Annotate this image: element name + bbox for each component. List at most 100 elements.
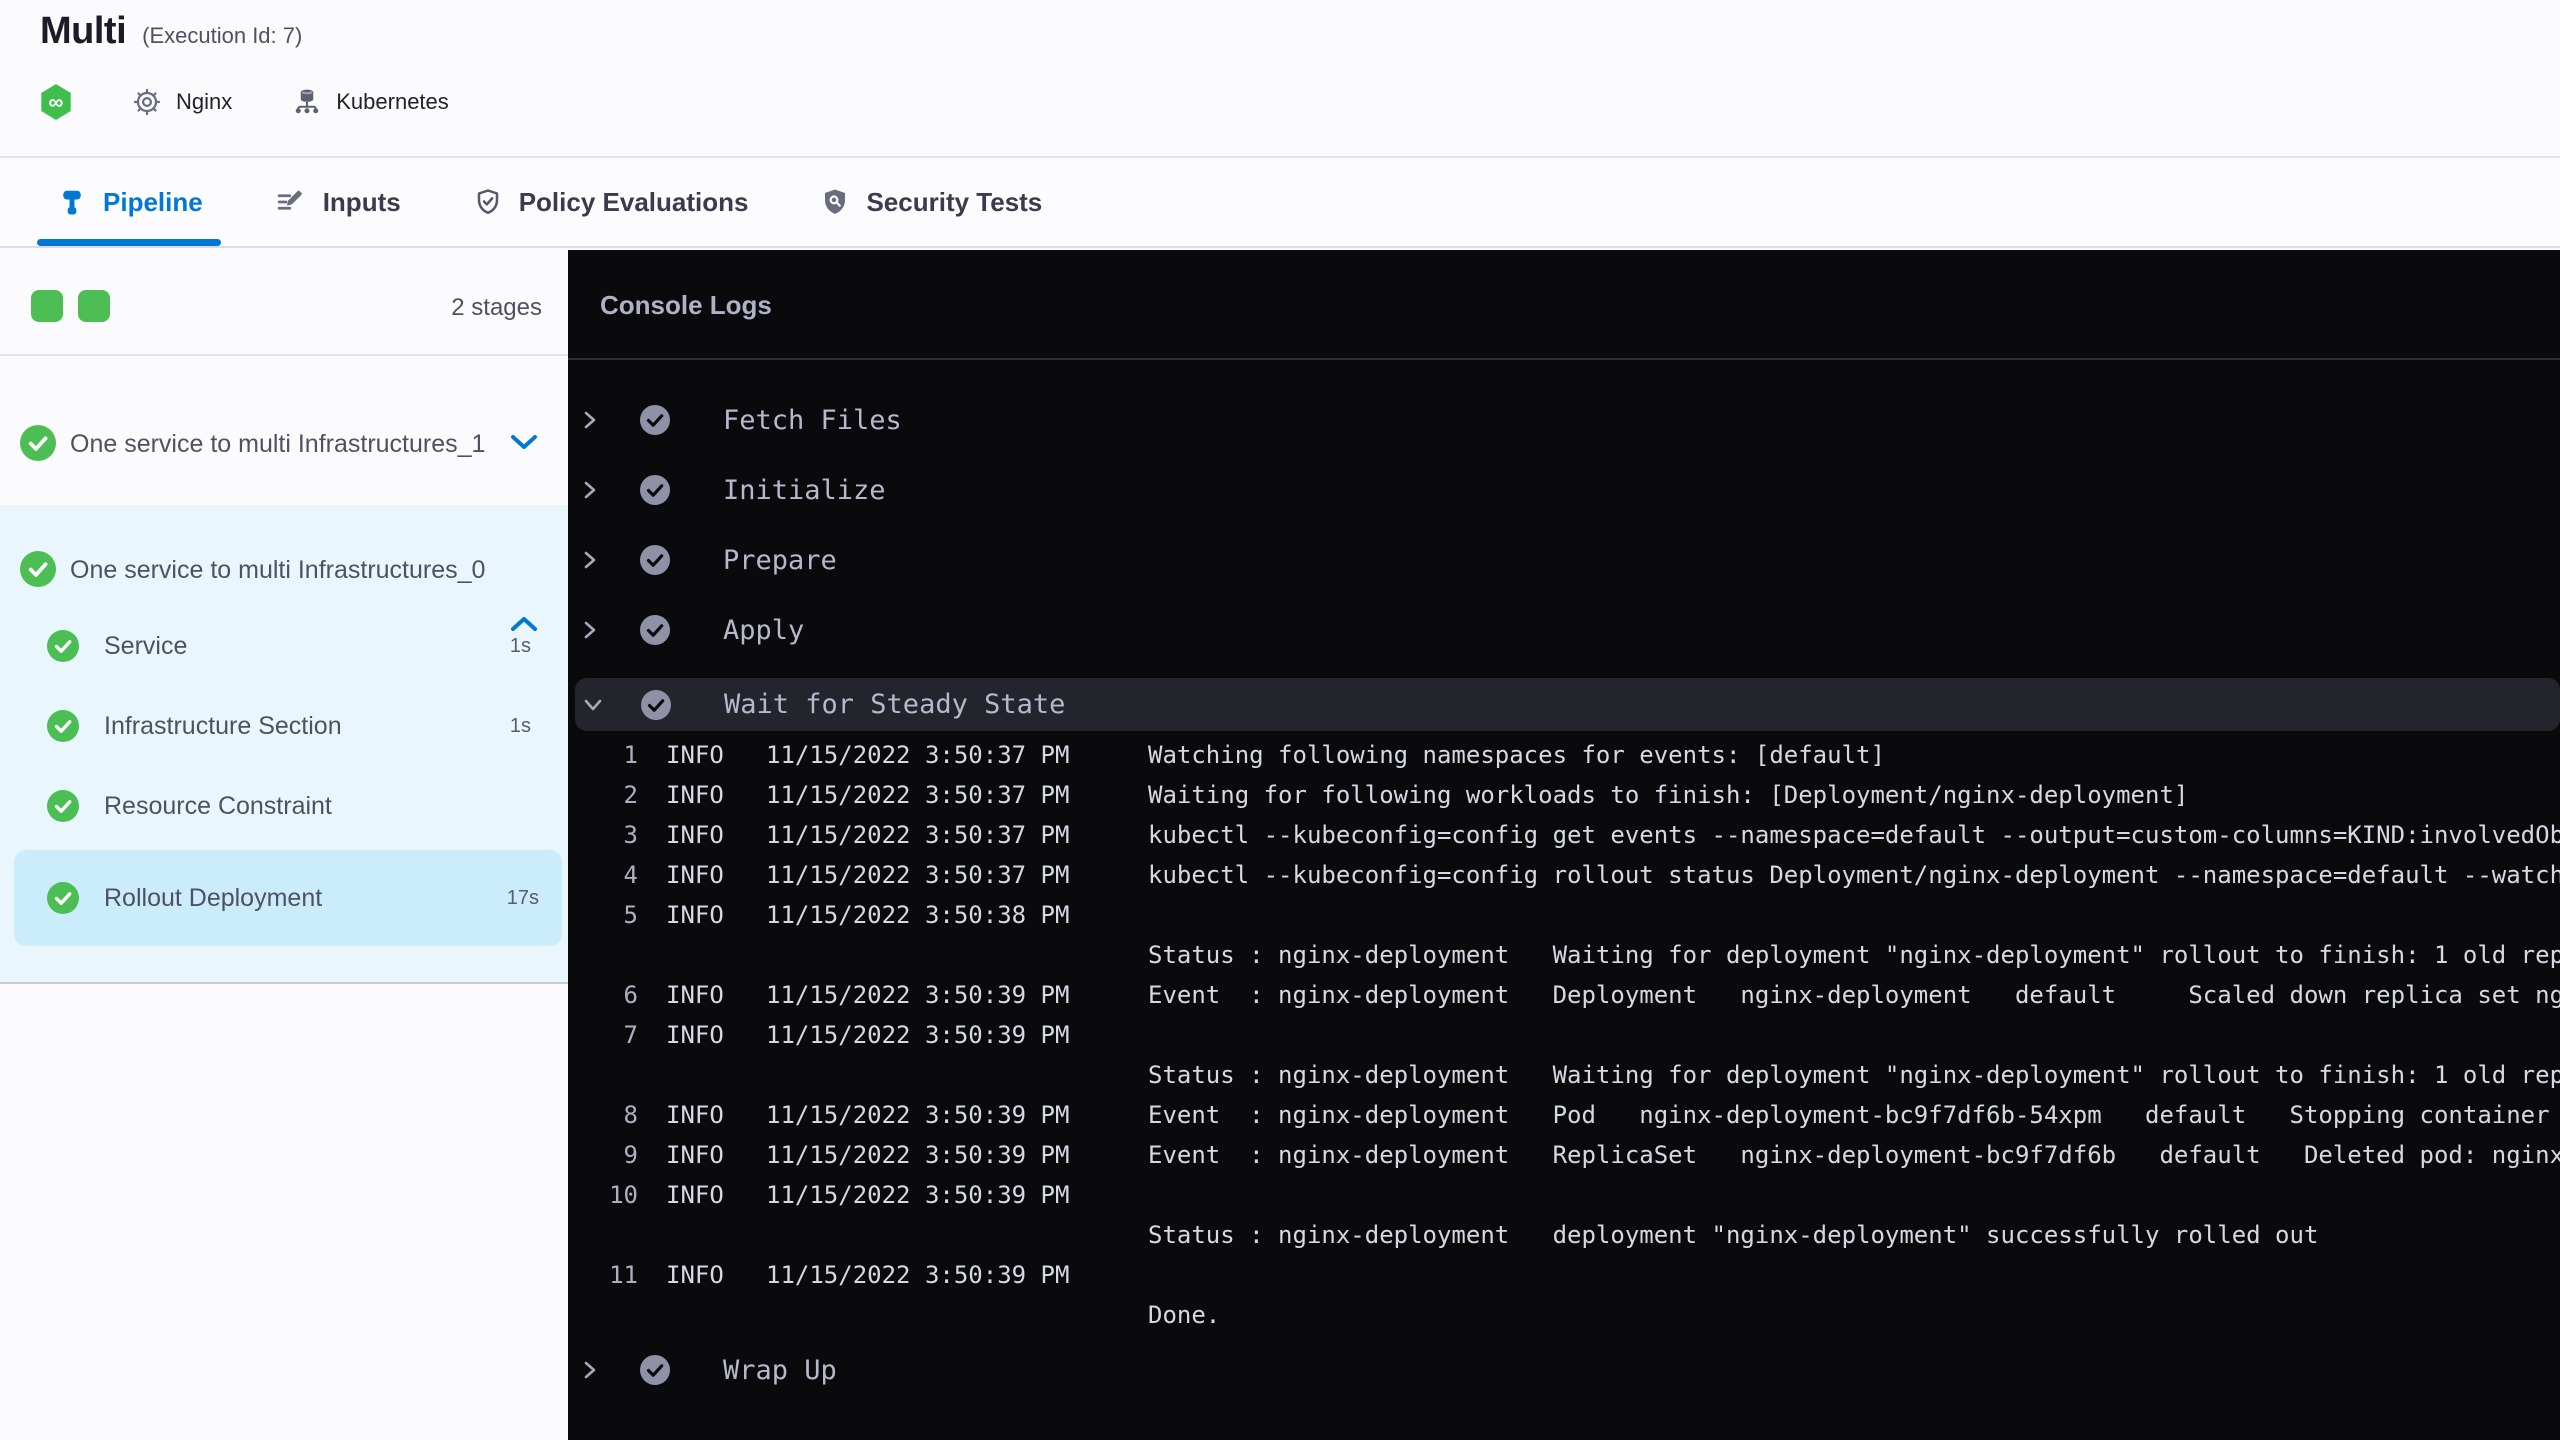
log-line-number: 10 xyxy=(609,1181,638,1209)
stage-count-label: 2 stages xyxy=(451,294,542,321)
step-row-resource-constraint[interactable]: Resource Constraint xyxy=(0,766,568,846)
log-message: Event : nginx-deployment ReplicaSet ngin… xyxy=(1148,1141,2560,1169)
execution-tabs: Pipeline Inputs Policy Evaluations Secur… xyxy=(0,158,2560,248)
expanded-stage-group: One service to multi Infrastructures_0 S… xyxy=(0,505,568,984)
success-check-icon xyxy=(639,614,671,646)
log-line: 7 INFO 11/15/2022 3:50:39 PM xyxy=(568,1015,2560,1055)
log-section-label: Prepare xyxy=(723,544,837,576)
log-message: Status : nginx-deployment Waiting for de… xyxy=(1148,1061,2560,1089)
stage-sidebar: 2 stages One service to multi Infrastruc… xyxy=(0,250,568,1440)
log-line: Status : nginx-deployment Waiting for de… xyxy=(568,935,2560,975)
success-check-icon xyxy=(639,404,671,436)
chevron-right-icon[interactable] xyxy=(582,619,604,641)
log-line-number: 1 xyxy=(623,741,638,769)
tab-inputs[interactable]: Inputs xyxy=(275,158,401,246)
log-section-initialize[interactable]: Initialize xyxy=(568,455,2560,525)
log-section-wrap-up[interactable]: Wrap Up xyxy=(568,1335,2560,1405)
step-label: Rollout Deployment xyxy=(104,883,323,912)
chevron-right-icon[interactable] xyxy=(582,1359,604,1381)
title-row: Multi (Execution Id: 7) xyxy=(40,10,302,53)
success-check-icon xyxy=(639,474,671,506)
log-section-label: Wait for Steady State xyxy=(724,689,1066,720)
log-message: Watching following namespaces for events… xyxy=(1148,741,1885,769)
log-line: 3 INFO 11/15/2022 3:50:37 PM kubectl --k… xyxy=(568,815,2560,855)
stage-item-infrastructures-0[interactable]: One service to multi Infrastructures_0 xyxy=(0,505,568,631)
log-message: Status : nginx-deployment deployment "ng… xyxy=(1148,1221,2319,1249)
inputs-icon xyxy=(277,190,303,210)
log-message: Status : nginx-deployment Waiting for de… xyxy=(1148,941,2560,969)
log-line-number: 6 xyxy=(623,981,638,1009)
tab-policy-evaluations[interactable]: Policy Evaluations xyxy=(473,158,749,246)
shield-check-icon xyxy=(477,189,498,214)
success-check-icon xyxy=(20,425,56,461)
step-row-rollout-deployment[interactable]: Rollout Deployment 17s xyxy=(14,850,562,946)
page-title: Multi xyxy=(40,10,127,52)
stage-item-infrastructures-1[interactable]: One service to multi Infrastructures_1 xyxy=(0,356,568,463)
log-level: INFO xyxy=(666,1101,724,1129)
tab-pipeline[interactable]: Pipeline xyxy=(37,158,221,246)
console-logs-panel: Console Logs Fetch Files Initialize Prep… xyxy=(568,250,2560,1440)
log-section-label: Apply xyxy=(723,614,805,646)
chevron-down-icon[interactable] xyxy=(583,697,605,713)
log-section-label: Initialize xyxy=(723,474,886,506)
gear-icon xyxy=(133,88,161,116)
step-duration: 17s xyxy=(506,886,539,909)
step-row-infrastructure-section[interactable]: Infrastructure Section 1s xyxy=(0,686,568,766)
log-line-number: 5 xyxy=(623,901,638,929)
log-section-fetch-files[interactable]: Fetch Files xyxy=(568,385,2560,455)
log-timestamp: 11/15/2022 3:50:37 PM xyxy=(766,781,1070,809)
log-timestamp: 11/15/2022 3:50:37 PM xyxy=(766,741,1070,769)
chevron-right-icon[interactable] xyxy=(582,549,604,571)
step-row-service[interactable]: Service 1s xyxy=(0,606,568,686)
log-level: INFO xyxy=(666,821,724,849)
chevron-down-icon[interactable] xyxy=(510,434,538,451)
tab-inputs-label: Inputs xyxy=(322,186,401,217)
tab-security-tests-label: Security Tests xyxy=(866,186,1043,217)
log-level: INFO xyxy=(666,981,724,1009)
tab-security-tests[interactable]: Security Tests xyxy=(820,158,1042,246)
shield-scan-icon xyxy=(825,189,846,214)
stage-title: One service to multi Infrastructures_0 xyxy=(0,551,568,589)
success-check-icon xyxy=(47,710,79,742)
step-duration: 1s xyxy=(509,714,531,737)
log-line-number: 9 xyxy=(623,1141,638,1169)
log-line-number: 8 xyxy=(623,1101,638,1129)
log-message: Waiting for following workloads to finis… xyxy=(1148,781,2189,809)
service-meta[interactable]: Nginx xyxy=(132,87,232,117)
log-timestamp: 11/15/2022 3:50:38 PM xyxy=(766,901,1070,929)
success-check-icon xyxy=(47,630,79,662)
log-message: Event : nginx-deployment Pod nginx-deplo… xyxy=(1148,1101,2560,1129)
step-label: Service xyxy=(104,631,188,660)
log-line-number: 11 xyxy=(609,1261,638,1289)
log-level: INFO xyxy=(666,1181,724,1209)
log-level: INFO xyxy=(666,1141,724,1169)
console-body: Fetch Files Initialize Prepare Apply Wai… xyxy=(568,360,2560,1405)
success-check-icon xyxy=(639,544,671,576)
log-level: INFO xyxy=(666,781,724,809)
success-check-icon xyxy=(640,689,672,721)
log-line-number: 3 xyxy=(623,821,638,849)
log-section-label: Wrap Up xyxy=(723,1354,837,1386)
log-line-number: 2 xyxy=(623,781,638,809)
tab-policy-evaluations-label: Policy Evaluations xyxy=(518,186,749,217)
stage-status-square[interactable] xyxy=(31,290,63,322)
stage-status-square[interactable] xyxy=(78,290,110,322)
log-section-prepare[interactable]: Prepare xyxy=(568,525,2560,595)
execution-id: (Execution Id: 7) xyxy=(142,23,303,48)
log-message: Done. xyxy=(1148,1301,1221,1329)
chevron-right-icon[interactable] xyxy=(582,479,604,501)
log-line-number: 7 xyxy=(623,1021,638,1049)
log-line: 1 INFO 11/15/2022 3:50:37 PM Watching fo… xyxy=(568,735,2560,775)
log-section-apply[interactable]: Apply xyxy=(568,595,2560,665)
log-line: Status : nginx-deployment Waiting for de… xyxy=(568,1055,2560,1095)
step-duration: 1s xyxy=(509,634,531,657)
pipeline-icon xyxy=(63,190,81,215)
log-message: Event : nginx-deployment Deployment ngin… xyxy=(1148,981,2560,1009)
log-section-wait-for-steady-state[interactable]: Wait for Steady State xyxy=(575,678,2560,731)
infrastructure-meta[interactable]: Kubernetes xyxy=(292,87,449,117)
log-timestamp: 11/15/2022 3:50:37 PM xyxy=(766,861,1070,889)
log-level: INFO xyxy=(666,741,724,769)
stage-minimap xyxy=(31,290,125,322)
log-line: 5 INFO 11/15/2022 3:50:38 PM xyxy=(568,895,2560,935)
chevron-right-icon[interactable] xyxy=(582,409,604,431)
